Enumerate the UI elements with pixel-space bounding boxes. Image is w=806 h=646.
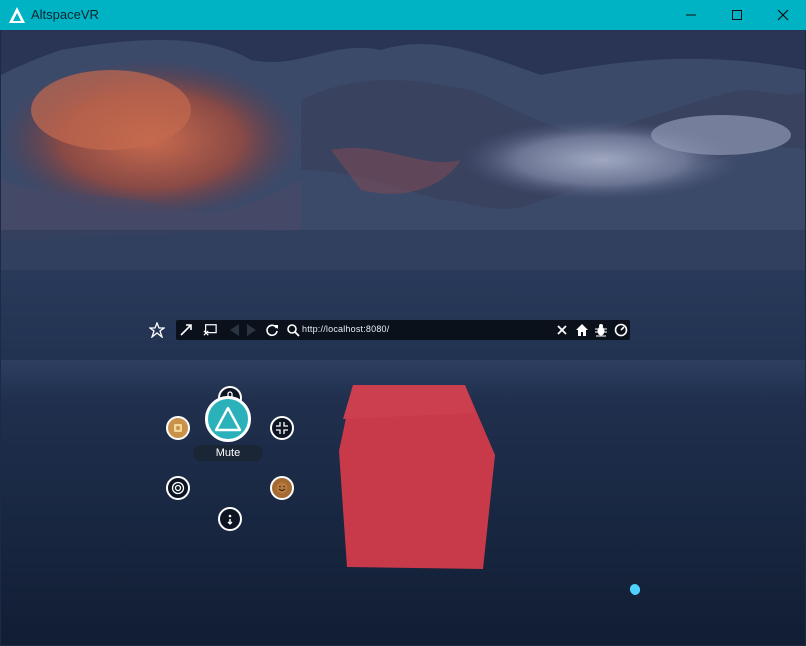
collapse-icon[interactable] — [178, 322, 194, 338]
teleport-button[interactable] — [218, 507, 242, 531]
sky-clouds — [1, 30, 805, 270]
altspace-icon — [214, 406, 242, 432]
controller-cursor — [628, 582, 642, 597]
gauge-icon[interactable] — [613, 322, 629, 338]
minimize-icon — [686, 14, 696, 16]
maximize-icon — [732, 10, 742, 20]
emoji-avatar-icon — [276, 482, 288, 494]
compress-icon — [276, 422, 288, 434]
settings-avatar-icon — [174, 424, 182, 432]
close-icon — [777, 9, 789, 21]
back-icon[interactable] — [226, 322, 242, 338]
minimize-button[interactable] — [668, 0, 714, 30]
home-icon[interactable] — [574, 322, 590, 338]
cast-icon[interactable] — [200, 322, 220, 338]
clear-icon[interactable] — [554, 322, 570, 338]
close-button[interactable] — [760, 0, 806, 30]
title-bar: AltspaceVR — [0, 0, 806, 30]
search-icon — [285, 322, 301, 338]
compress-button[interactable] — [270, 416, 294, 440]
settings-avatar-button[interactable] — [166, 416, 190, 440]
maximize-button[interactable] — [714, 0, 760, 30]
url-input[interactable]: http://localhost:8080/ — [302, 324, 389, 334]
pin-icon[interactable] — [148, 320, 166, 340]
altspace-logo-icon — [8, 6, 26, 24]
location-icon — [171, 481, 185, 495]
red-cube[interactable] — [337, 383, 497, 571]
reload-icon[interactable] — [264, 322, 280, 338]
browser-toolbar: http://localhost:8080/ — [176, 320, 630, 340]
location-button[interactable] — [166, 476, 190, 500]
mute-label: Mute — [193, 445, 263, 461]
emoji-avatar-button[interactable] — [270, 476, 294, 500]
bug-icon[interactable] — [593, 322, 609, 338]
teleport-icon — [227, 514, 233, 525]
forward-icon[interactable] — [244, 322, 260, 338]
window-title: AltspaceVR — [31, 7, 99, 22]
altspace-menu-button[interactable] — [205, 396, 251, 442]
